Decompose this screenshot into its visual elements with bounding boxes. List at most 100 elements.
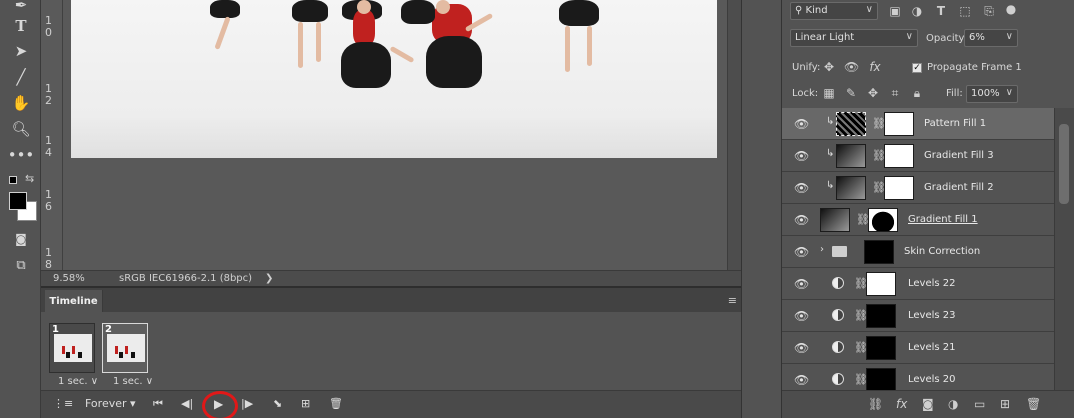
layer-row[interactable]: 👁︎ ⛓ Levels 23 [782,300,1054,332]
visibility-eye-icon[interactable]: 👁︎ [794,213,809,227]
tab-timeline[interactable]: Timeline [45,290,103,312]
visibility-eye-icon[interactable]: 👁︎ [794,341,809,355]
zoom-level[interactable]: 9.58% [53,273,85,284]
layer-name[interactable]: Gradient Fill 1 [908,214,978,225]
layer-row[interactable]: 👁︎ ⛓ Levels 20 [782,364,1054,390]
propagate-label: Propagate Frame 1 [927,62,1022,73]
screen-mode-icon[interactable]: ⧉ [8,254,34,276]
blend-mode-select[interactable]: Linear Light ∨ [790,29,918,47]
line-tool-icon[interactable]: ╱ [8,66,34,88]
visibility-eye-icon[interactable]: 👁︎ [794,277,809,291]
layer-row[interactable]: 👁︎ ↳ ⛓ Gradient Fill 2 [782,172,1054,204]
blend-row: Linear Light ∨ Opacity: 6% ∨ [782,28,1074,54]
visibility-eye-icon[interactable]: 👁︎ [794,181,809,195]
layer-name[interactable]: Levels 22 [908,278,956,289]
layer-row[interactable]: 👁︎ ⛓ Levels 22 [782,268,1054,300]
unify-visibility-icon[interactable]: 👁︎ [844,60,859,74]
lock-transparent-icon[interactable]: ▦ [822,86,836,100]
frame-delay-1[interactable]: 1 sec. ∨ [58,376,98,387]
default-colors-icon[interactable] [9,176,17,184]
lock-image-icon[interactable]: ✎ [844,86,858,100]
layer-row[interactable]: 👁︎ ↳ ⛓ Gradient Fill 3 [782,140,1054,172]
layer-name[interactable]: Levels 20 [908,374,956,385]
visibility-eye-icon[interactable]: 👁︎ [794,117,809,131]
fx-icon[interactable]: fx [896,397,907,411]
layer-name[interactable]: Gradient Fill 3 [924,150,994,161]
ruler-label: 2 [45,94,52,107]
timeline-tab-bar [41,288,741,312]
new-group-icon[interactable]: ▭ [974,397,985,411]
document-vertical-scrollbar[interactable] [727,0,741,270]
layer-name[interactable]: Pattern Fill 1 [924,118,986,129]
lock-position-icon[interactable]: ✥ [866,86,880,100]
previous-frame-button[interactable]: ◀| [181,397,193,410]
unify-label: Unify: [792,62,821,73]
levels-adjustment-icon [832,277,844,289]
tools-panel: ✒ T ➤ ╱ ✋ 🔍︎ ••• ⇆ ◙ ⧉ [0,0,41,418]
layer-row[interactable]: 👁︎ ⛓ Gradient Fill 1 [782,204,1054,236]
propagate-checkbox[interactable]: ✓ [912,63,922,73]
layers-scrollbar[interactable] [1054,108,1074,390]
layer-name[interactable]: Skin Correction [904,246,980,257]
visibility-eye-icon[interactable]: 👁︎ [794,245,809,259]
adjustment-filter-icon[interactable]: ◑ [910,4,924,18]
pen-tool-icon[interactable]: ✒ [8,0,34,16]
path-selection-tool-icon[interactable]: ➤ [8,40,34,62]
layer-name[interactable]: Levels 23 [908,310,956,321]
expand-group-icon[interactable]: › [820,244,824,255]
smart-object-filter-icon[interactable]: ⎘ [982,4,996,18]
quick-mask-icon[interactable]: ◙ [8,228,34,250]
tween-button[interactable]: ⬊ [273,397,282,410]
unify-row: Unify: ✥ 👁︎ fx ✓ Propagate Frame 1 [782,56,1074,82]
layers-footer: ⛓ fx ◙ ◑ ▭ ⊞ 🗑 [782,390,1074,418]
convert-timeline-icon[interactable]: ⋮≡ [53,397,73,410]
layer-name[interactable]: Levels 21 [908,342,956,353]
filter-toggle-icon[interactable]: ● [1004,2,1018,16]
type-tool-icon[interactable]: T [8,15,34,37]
new-frame-button[interactable]: ⊞ [301,397,310,410]
lock-artboard-icon[interactable]: ⌗ [888,86,902,100]
more-tools-icon[interactable]: ••• [8,144,35,166]
levels-adjustment-icon [832,341,844,353]
layer-name[interactable]: Gradient Fill 2 [924,182,994,193]
first-frame-button[interactable]: ⏮ [153,397,163,411]
image-filter-icon[interactable]: ▣ [888,4,902,18]
visibility-eye-icon[interactable]: 👁︎ [794,149,809,163]
layers-panel: ⚲ Kind ∨ ▣ ◑ T ⬚ ⎘ ● Linear Light ∨ Opacit… [781,0,1074,418]
mask-thumbnail [866,304,896,328]
hand-tool-icon[interactable]: ✋ [8,92,34,114]
delete-frame-button[interactable]: 🗑 [329,397,343,410]
zoom-tool-icon[interactable]: 🔍︎ [8,118,34,140]
swap-colors-icon[interactable]: ⇆ [25,172,34,185]
adjustment-layer-icon[interactable]: ◑ [948,397,958,411]
delete-layer-icon[interactable]: 🗑 [1026,397,1041,411]
visibility-eye-icon[interactable]: 👁︎ [794,373,809,387]
lock-all-icon[interactable]: 🔒︎ [910,86,924,100]
frame-delay-2[interactable]: 1 sec. ∨ [113,376,153,387]
filter-kind-select[interactable]: ⚲ Kind ∨ [790,2,878,20]
scrollbar-thumb[interactable] [1059,124,1069,204]
animation-frame-1[interactable]: 1 [49,323,95,373]
panel-gutter [741,0,781,418]
layer-row[interactable]: 👁︎ ↳ ⛓ Pattern Fill 1 [782,108,1054,140]
status-menu-arrow[interactable]: ❯ [265,273,273,284]
unify-position-icon[interactable]: ✥ [822,60,836,74]
mask-thumbnail [884,112,914,136]
layer-row[interactable]: 👁︎ ⛓ Levels 21 [782,332,1054,364]
new-layer-icon[interactable]: ⊞ [1000,397,1010,411]
type-filter-icon[interactable]: T [934,4,948,18]
link-layers-icon[interactable]: ⛓ [868,397,883,411]
next-frame-button[interactable]: |▶ [241,397,253,410]
unify-style-icon[interactable]: fx [868,60,882,74]
visibility-eye-icon[interactable]: 👁︎ [794,309,809,323]
loop-select[interactable]: Forever ▾ [85,397,136,410]
opacity-input[interactable]: 6% ∨ [964,29,1018,47]
layer-row[interactable]: 👁︎ › Skin Correction [782,236,1054,268]
fill-label: Fill: [946,88,963,99]
fill-input[interactable]: 100% ∨ [966,85,1018,103]
shape-filter-icon[interactable]: ⬚ [958,4,972,18]
panel-menu-icon[interactable]: ≡ [728,294,737,307]
foreground-color-swatch[interactable] [9,192,27,210]
add-mask-icon[interactable]: ◙ [922,397,934,411]
animation-frame-2[interactable]: 2 [102,323,148,373]
